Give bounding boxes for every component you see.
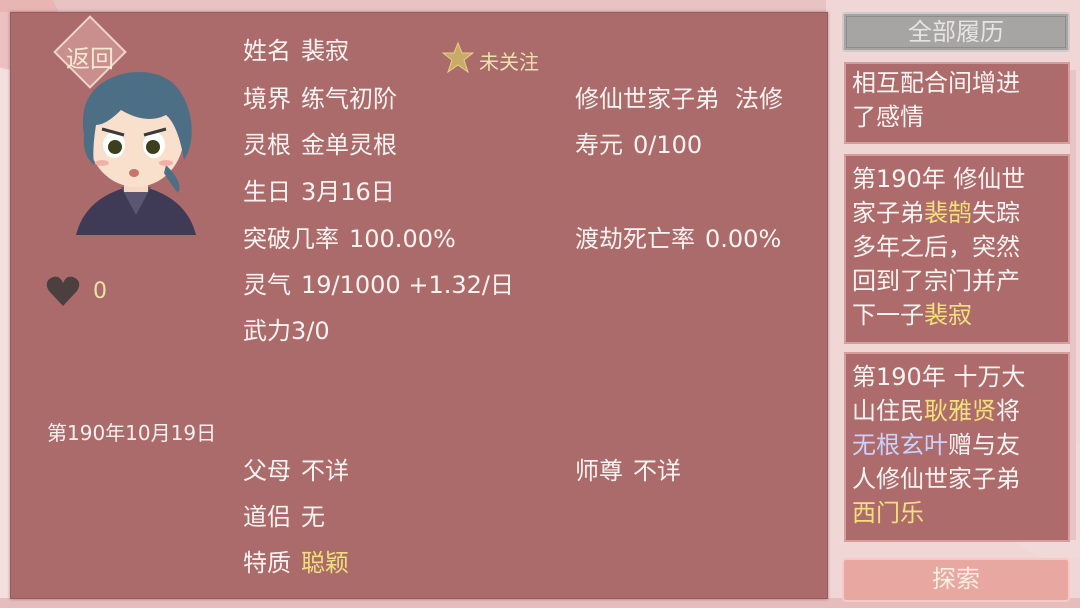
history-entry-line: 山住民耿雅贤将	[852, 394, 1062, 428]
trait-field: 特质 聪颖	[243, 543, 349, 578]
parents-value: 不详	[301, 457, 349, 485]
history-person-link[interactable]: 耿雅贤	[924, 397, 996, 425]
identity-field: 修仙世家子弟 法修	[575, 79, 783, 114]
trait-label: 特质	[243, 549, 291, 577]
all-history-button[interactable]: 全部履历	[842, 12, 1070, 52]
explore-button[interactable]: 探索	[842, 558, 1070, 602]
name-field: 姓名 裴寂	[243, 31, 349, 66]
lifespan-field: 寿元 0/100	[575, 125, 702, 160]
history-entry-text: 赠与友	[948, 431, 1020, 459]
history-person-link[interactable]: 西门乐	[852, 499, 924, 527]
history-entry-text: 将	[996, 397, 1020, 425]
tribulation-value: 0.00%	[705, 225, 782, 253]
history-entry-line: 下一子裴寂	[852, 298, 1062, 332]
current-date: 第190年10月19日	[47, 421, 217, 445]
history-entry-line: 第190年 十万大	[852, 363, 1026, 391]
birthday-label: 生日	[243, 178, 291, 206]
history-entry-text: 山住民	[852, 397, 924, 425]
history-person-link[interactable]: 裴鹄	[924, 199, 972, 227]
spirit-root-value: 金单灵根	[301, 131, 397, 159]
tribulation-label: 渡劫死亡率	[575, 225, 695, 253]
tribulation-field: 渡劫死亡率 0.00%	[575, 219, 781, 254]
history-entry-line: 无根玄叶赠与友	[852, 428, 1062, 462]
history-entry-line: 了感情	[852, 103, 924, 131]
breakthrough-field: 突破几率 100.00%	[243, 219, 456, 254]
history-entry-text: 失踪	[972, 199, 1020, 227]
master-value: 不详	[633, 457, 681, 485]
history-entry-line: 相互配合间增进	[852, 69, 1020, 97]
breakthrough-label: 突破几率	[243, 225, 339, 253]
identity-value: 修仙世家子弟	[575, 85, 719, 113]
trait-value[interactable]: 聪颖	[301, 549, 349, 577]
history-entry-line: 回到了宗门并产	[852, 267, 1020, 295]
history-entry-line: 家子弟裴鹄失踪	[852, 196, 1062, 230]
history-entry-line: 第190年 修仙世	[852, 165, 1026, 193]
force-field: 武力3/0	[243, 317, 330, 345]
partner-value: 无	[301, 503, 325, 531]
history-entry: 第190年 十万大 山住民耿雅贤将 无根玄叶赠与友 人修仙世家子弟 西门乐	[844, 352, 1070, 542]
character-info-panel: 返回 0 第190年10月19日 姓名 裴寂 未关注 境界 练气初阶 灵根 金单灵根 …	[10, 12, 828, 599]
name-label: 姓名	[243, 37, 291, 65]
school-value: 法修	[735, 85, 783, 113]
history-entry-line: 人修仙世家子弟	[852, 465, 1020, 493]
partner-label: 道侣	[243, 503, 291, 531]
all-history-button-border	[846, 16, 1066, 48]
spirit-root-field: 灵根 金单灵根	[243, 125, 397, 160]
birthday-value: 3月16日	[301, 178, 395, 206]
qi-label: 灵气	[243, 271, 291, 299]
parents-label: 父母	[243, 457, 291, 485]
history-entry: 第190年 修仙世 家子弟裴鹄失踪 多年之后，突然 回到了宗门并产 下一子裴寂	[844, 154, 1070, 344]
history-item-link[interactable]: 无根玄叶	[852, 431, 948, 459]
spirit-root-label: 灵根	[243, 131, 291, 159]
qi-value: 19/1000 +1.32/日	[301, 271, 514, 299]
follow-toggle[interactable]: 未关注	[479, 46, 539, 75]
history-scrollbar[interactable]	[1070, 70, 1076, 540]
partner-field: 道侣无	[243, 497, 325, 532]
star-icon[interactable]	[441, 41, 475, 75]
realm-field: 境界 练气初阶	[243, 79, 397, 114]
heart-icon	[46, 276, 80, 306]
history-entry: 相互配合间增进 了感情	[844, 62, 1070, 144]
favor-count: 0	[93, 279, 107, 304]
parents-field: 父母 不详	[243, 451, 349, 486]
history-entry-line: 西门乐	[852, 496, 1062, 530]
realm-label: 境界	[243, 85, 291, 113]
history-entry-text: 下一子	[852, 301, 924, 329]
explore-button-label: 探索	[932, 565, 980, 593]
master-label: 师尊	[575, 457, 623, 485]
lifespan-value: 0/100	[633, 131, 703, 159]
lifespan-label: 寿元	[575, 131, 623, 159]
realm-value: 练气初阶	[301, 85, 397, 113]
history-entry-text: 家子弟	[852, 199, 924, 227]
master-field: 师尊 不详	[575, 451, 681, 486]
qi-field: 灵气 19/1000 +1.32/日	[243, 265, 514, 300]
birthday-field: 生日 3月16日	[243, 172, 395, 207]
name-value: 裴寂	[301, 37, 349, 65]
history-entry-line: 多年之后，突然	[852, 233, 1020, 261]
history-person-link[interactable]: 裴寂	[924, 301, 972, 329]
breakthrough-value: 100.00%	[349, 225, 456, 253]
character-avatar	[76, 71, 196, 235]
